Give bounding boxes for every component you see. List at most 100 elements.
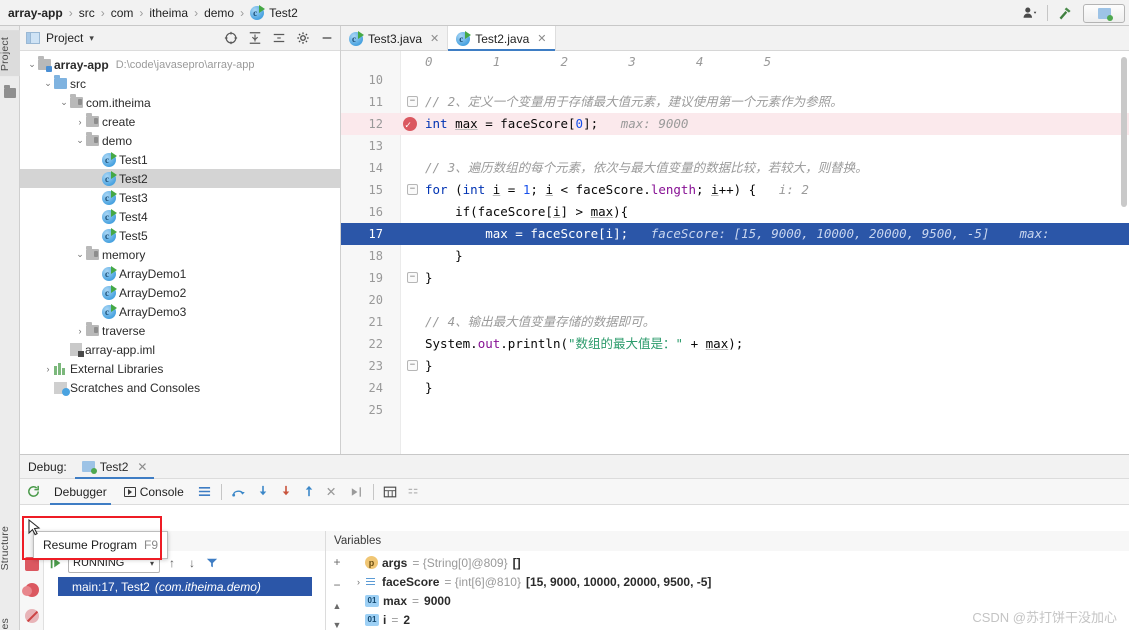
code-fold-icon[interactable]: − — [407, 184, 418, 195]
chevron-down-icon[interactable]: ⌄ — [42, 78, 54, 89]
breadcrumb-item-test2[interactable]: c Test2 — [250, 4, 298, 20]
step-over-icon[interactable] — [231, 485, 247, 499]
locate-icon[interactable] — [224, 31, 238, 45]
breadcrumb-item-array-app[interactable]: array-app — [8, 6, 63, 20]
scroll-down-icon[interactable]: ▼ — [333, 620, 342, 630]
tree-node[interactable]: ⌄ demo — [20, 131, 340, 150]
code-editor[interactable]: 0 1 2 3 4 5 10 11−// 2、定义一个变量用于存储最大值元素，建议使… — [341, 51, 1129, 454]
tree-node[interactable]: ⌄ array-app D:\code\javasepro\array-app — [20, 55, 340, 74]
variable-reference: = {int[6]@810} — [444, 574, 521, 589]
tree-node[interactable]: c ArrayDemo3 — [20, 302, 340, 321]
close-icon[interactable]: ✕ — [137, 460, 147, 474]
line-number: 12 — [368, 117, 383, 131]
rail-button-favorites[interactable]: es — [0, 618, 21, 630]
code-token: ); — [728, 336, 744, 351]
tree-node[interactable]: ⌄ memory — [20, 245, 340, 264]
code-fold-icon[interactable]: − — [407, 96, 418, 107]
run-configuration-selector[interactable] — [1083, 3, 1125, 23]
chevron-right-icon[interactable]: › — [74, 326, 86, 336]
evaluate-expression-icon[interactable] — [383, 485, 397, 499]
tree-node[interactable]: c ArrayDemo1 — [20, 264, 340, 283]
tree-node-label: ArrayDemo3 — [119, 304, 187, 319]
java-class-icon: c — [250, 4, 266, 20]
variable-name: args — [382, 555, 408, 570]
chevron-down-icon[interactable]: ⌄ — [58, 97, 70, 108]
editor-area: c Test3.java ✕ c Test2.java ✕ 0 1 2 3 4 5 10 11… — [341, 26, 1129, 454]
drop-frame-icon[interactable] — [325, 485, 340, 499]
java-class-icon: c — [102, 189, 117, 205]
debug-session-tab[interactable]: Test2 ✕ — [74, 455, 155, 479]
chevron-down-icon[interactable]: ⌄ — [74, 249, 86, 260]
code-content[interactable]: 0 1 2 3 4 5 10 11−// 2、定义一个变量用于存储最大值元素，建议使… — [341, 51, 1129, 454]
tree-node[interactable]: c Test1 — [20, 150, 340, 169]
rerun-icon[interactable] — [26, 484, 41, 499]
tree-node[interactable]: c ArrayDemo2 — [20, 283, 340, 302]
rail-button-structure[interactable]: Structure — [0, 526, 21, 570]
tree-node[interactable]: c Test5 — [20, 226, 340, 245]
step-into-icon[interactable] — [256, 484, 270, 499]
collapse-all-icon[interactable] — [248, 31, 262, 45]
breadcrumb-item-com[interactable]: com — [111, 6, 134, 20]
force-step-into-icon[interactable] — [279, 484, 293, 499]
tree-node[interactable]: Scratches and Consoles — [20, 378, 340, 397]
step-out-icon[interactable] — [302, 484, 316, 499]
tab-debugger[interactable]: Debugger — [50, 479, 111, 505]
settings-gear-icon[interactable] — [296, 31, 310, 45]
chevron-down-icon[interactable]: ▾ — [89, 33, 94, 44]
chevron-right-icon[interactable]: › — [74, 117, 86, 127]
tree-node[interactable]: c Test4 — [20, 207, 340, 226]
resume-program-tooltip: Resume Program F9 — [33, 531, 169, 559]
variable-row[interactable]: › faceScore = {int[6]@810} [15, 9000, 10000… — [352, 572, 1129, 591]
breadcrumb-item-demo[interactable]: demo — [204, 6, 234, 20]
user-dropdown-icon[interactable] — [1021, 5, 1038, 22]
view-breakpoints-icon[interactable] — [22, 583, 39, 597]
filter-icon[interactable] — [204, 555, 220, 571]
tree-node-selected[interactable]: c Test2 — [20, 169, 340, 188]
chevron-down-icon[interactable]: ⌄ — [74, 135, 86, 146]
rail-button-project[interactable]: Project — [0, 30, 21, 77]
layout-settings-icon[interactable] — [197, 485, 212, 498]
tree-node-label: create — [102, 114, 136, 129]
stack-frame-item[interactable]: main:17, Test2 (com.itheima.demo) — [58, 577, 312, 596]
run-to-cursor-icon[interactable] — [349, 485, 364, 499]
mute-breakpoints-icon[interactable] — [406, 485, 420, 499]
breadcrumb-item-itheima[interactable]: itheima — [149, 6, 188, 20]
remove-watch-icon[interactable]: − — [333, 578, 340, 592]
variable-row[interactable]: p args = {String[0]@809} [] — [352, 553, 1129, 572]
chevron-down-icon[interactable]: ⌄ — [26, 59, 38, 70]
hide-panel-icon[interactable] — [320, 31, 334, 45]
mute-breakpoints-icon[interactable] — [25, 609, 39, 623]
chevron-right-icon[interactable]: › — [42, 364, 54, 374]
tree-node[interactable]: c Test3 — [20, 188, 340, 207]
code-fold-icon[interactable]: − — [407, 272, 418, 283]
code-fold-icon[interactable]: − — [407, 360, 418, 371]
close-icon[interactable]: ✕ — [537, 32, 546, 45]
tree-node[interactable]: ⌄ com.itheima — [20, 93, 340, 112]
breadcrumb-label: array-app — [8, 5, 63, 20]
breadcrumb-item-src[interactable]: src — [79, 6, 95, 20]
tree-node[interactable]: › External Libraries — [20, 359, 340, 378]
frame-down-icon[interactable]: ↓ — [184, 555, 200, 571]
editor-tab[interactable]: c Test2.java ✕ — [448, 26, 556, 51]
tab-console[interactable]: Console — [120, 479, 188, 505]
project-tree: ⌄ array-app D:\code\javasepro\array-app ⌄ sr… — [20, 51, 340, 397]
editor-tab[interactable]: c Test3.java ✕ — [341, 26, 449, 51]
tree-node[interactable]: ⌄ src — [20, 74, 340, 93]
breakpoint-icon[interactable] — [403, 115, 417, 137]
expand-all-icon[interactable] — [272, 31, 286, 45]
stop-icon[interactable] — [25, 557, 39, 571]
chevron-right-icon[interactable]: › — [352, 577, 365, 587]
hammer-build-icon[interactable] — [1057, 5, 1074, 22]
add-watch-icon[interactable]: + — [333, 555, 340, 569]
close-icon[interactable]: ✕ — [430, 32, 439, 45]
package-icon — [70, 94, 83, 108]
tree-node[interactable]: array-app.iml — [20, 340, 340, 359]
editor-scrollbar[interactable] — [1119, 51, 1129, 454]
tree-node[interactable]: › create — [20, 112, 340, 131]
scroll-up-icon[interactable]: ▲ — [333, 601, 342, 611]
code-token: System. — [425, 336, 478, 351]
tree-node[interactable]: › traverse — [20, 321, 340, 340]
tooltip-shortcut: F9 — [144, 538, 159, 552]
tree-node-label: Test4 — [119, 209, 148, 224]
tree-node-label: Test5 — [119, 228, 148, 243]
